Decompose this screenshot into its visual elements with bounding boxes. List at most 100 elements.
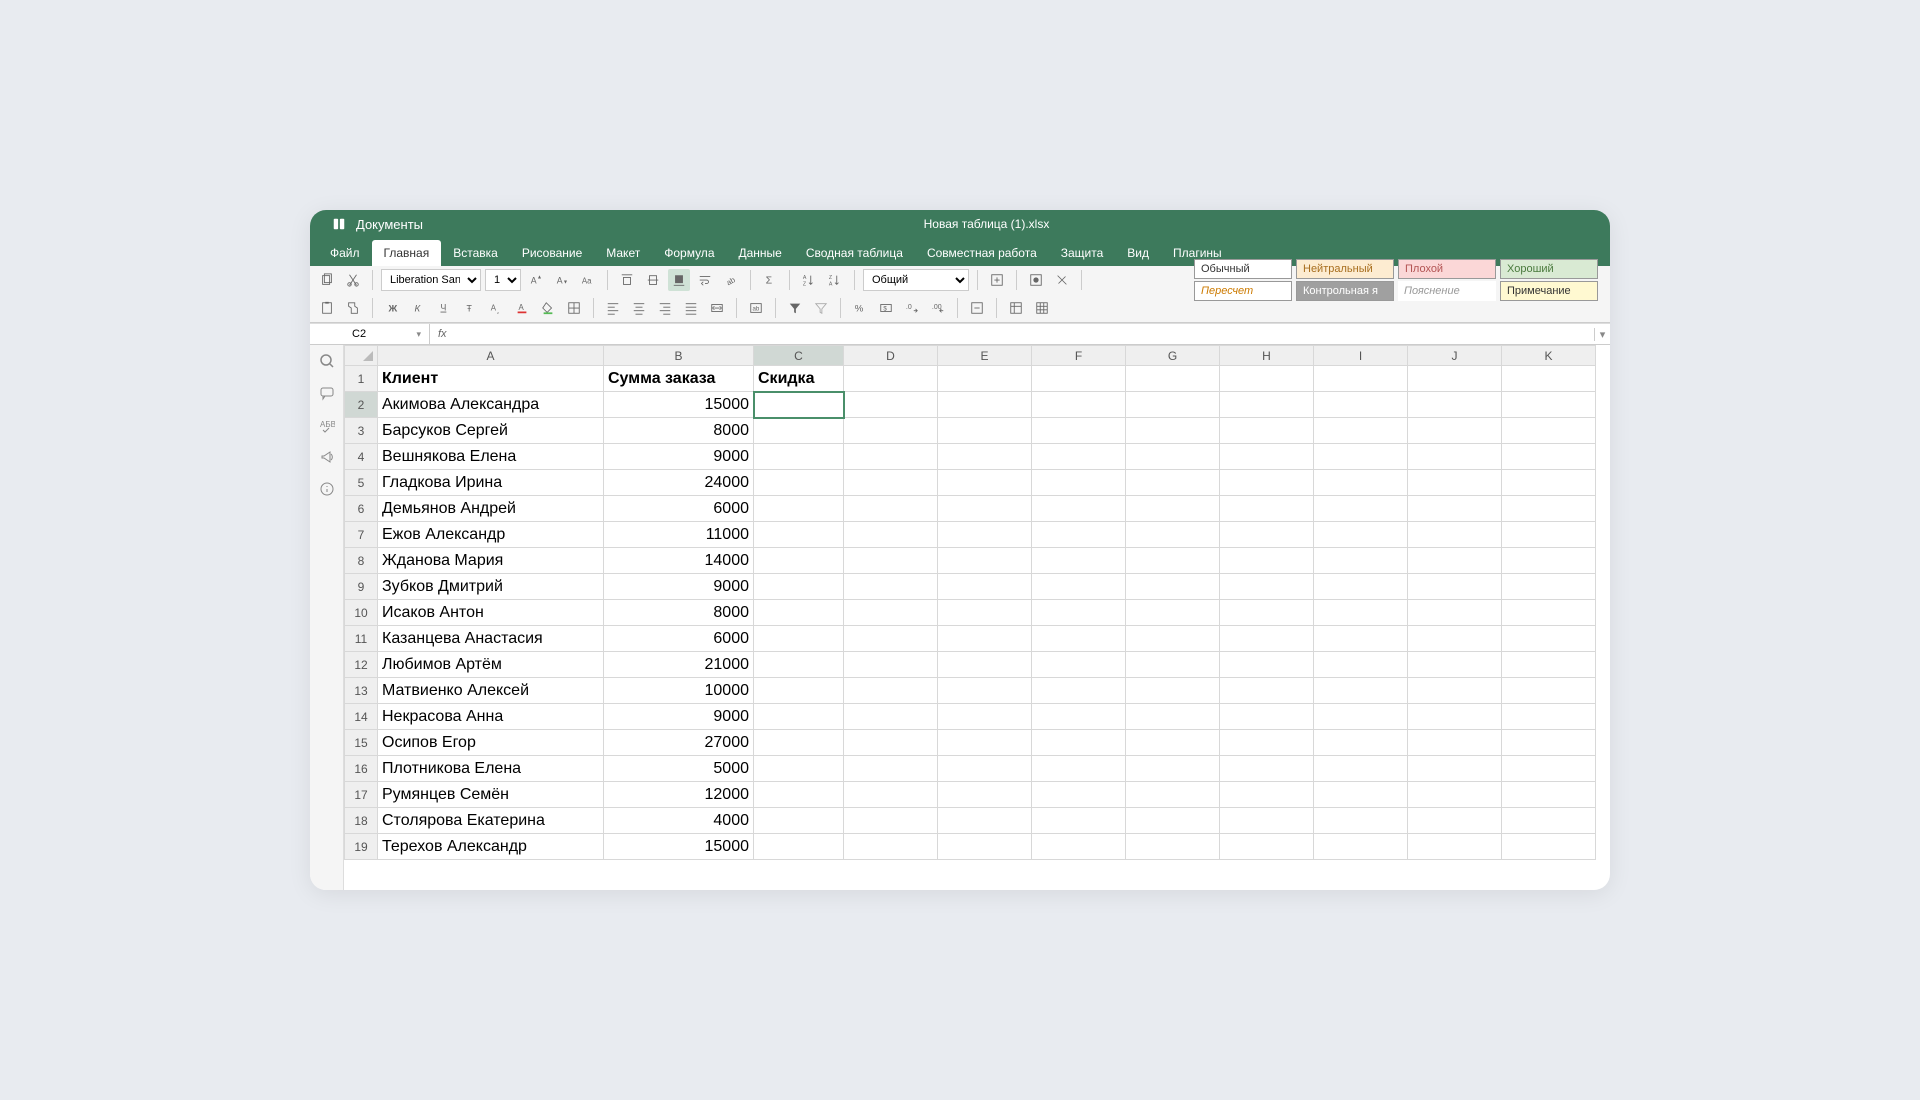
cell[interactable] (938, 366, 1032, 392)
cell[interactable] (1502, 496, 1596, 522)
cell[interactable] (754, 704, 844, 730)
cell[interactable] (1502, 470, 1596, 496)
column-header-G[interactable]: G (1126, 346, 1220, 366)
style-check[interactable]: Контрольная я (1296, 281, 1394, 301)
table-icon[interactable] (1005, 297, 1027, 319)
format-table-icon[interactable] (1031, 297, 1053, 319)
cell[interactable] (754, 392, 844, 418)
cell[interactable] (1408, 652, 1502, 678)
cell[interactable]: 8000 (604, 418, 754, 444)
menu-item-вставка[interactable]: Вставка (441, 240, 510, 266)
cell[interactable] (844, 834, 938, 860)
cell[interactable] (1314, 756, 1408, 782)
cell[interactable] (1126, 704, 1220, 730)
align-middle-icon[interactable] (642, 269, 664, 291)
menu-item-совместная работа[interactable]: Совместная работа (915, 240, 1049, 266)
cell[interactable] (1220, 418, 1314, 444)
row-header[interactable]: 4 (345, 444, 378, 470)
cell[interactable] (1408, 444, 1502, 470)
fx-label[interactable]: fx (430, 328, 455, 340)
cell[interactable] (1220, 704, 1314, 730)
cell[interactable] (1314, 730, 1408, 756)
column-header-D[interactable]: D (844, 346, 938, 366)
search-icon[interactable] (319, 353, 335, 369)
copy-icon[interactable] (316, 269, 338, 291)
cell[interactable] (1408, 626, 1502, 652)
cell[interactable] (1314, 652, 1408, 678)
cell[interactable] (938, 522, 1032, 548)
chevron-down-icon[interactable]: ▾ (416, 329, 421, 340)
cell[interactable] (1126, 392, 1220, 418)
font-size-select[interactable]: 12 (485, 269, 521, 291)
cell[interactable] (1408, 808, 1502, 834)
cell[interactable]: 5000 (604, 756, 754, 782)
cell[interactable]: 9000 (604, 574, 754, 600)
menu-item-главная[interactable]: Главная (372, 240, 442, 266)
cell[interactable]: 8000 (604, 600, 754, 626)
cell[interactable] (1220, 548, 1314, 574)
cell[interactable] (1314, 392, 1408, 418)
cell[interactable] (938, 808, 1032, 834)
expand-formula-icon[interactable]: ▾ (1594, 328, 1610, 341)
cell[interactable] (1502, 522, 1596, 548)
cell[interactable] (754, 834, 844, 860)
cell[interactable] (754, 756, 844, 782)
align-right-icon[interactable] (654, 297, 676, 319)
cell[interactable]: Ежов Александр (378, 522, 604, 548)
column-header-B[interactable]: B (604, 346, 754, 366)
borders-icon[interactable] (563, 297, 585, 319)
cell[interactable] (1220, 392, 1314, 418)
sort-desc-icon[interactable]: ZA (824, 269, 846, 291)
cell[interactable]: Столярова Екатерина (378, 808, 604, 834)
decrease-font-icon[interactable]: A▼ (551, 269, 573, 291)
cell[interactable] (1126, 418, 1220, 444)
cell[interactable] (938, 496, 1032, 522)
cell[interactable]: 15000 (604, 834, 754, 860)
cell[interactable] (938, 600, 1032, 626)
cell[interactable] (938, 574, 1032, 600)
row-header[interactable]: 1 (345, 366, 378, 392)
row-header[interactable]: 6 (345, 496, 378, 522)
column-header-E[interactable]: E (938, 346, 1032, 366)
cell[interactable]: Гладкова Ирина (378, 470, 604, 496)
documents-label[interactable]: Документы (356, 217, 423, 232)
cell[interactable] (1502, 418, 1596, 444)
clear-format-icon[interactable] (1051, 269, 1073, 291)
cell[interactable] (844, 522, 938, 548)
cell[interactable] (754, 782, 844, 808)
cell[interactable] (1220, 834, 1314, 860)
cell[interactable] (1032, 548, 1126, 574)
row-header[interactable]: 15 (345, 730, 378, 756)
cell[interactable] (1032, 730, 1126, 756)
cell[interactable] (1126, 444, 1220, 470)
cell[interactable] (754, 444, 844, 470)
cell[interactable] (1408, 366, 1502, 392)
cell[interactable] (1408, 470, 1502, 496)
cell[interactable]: Любимов Артём (378, 652, 604, 678)
cell[interactable] (938, 704, 1032, 730)
cell[interactable] (1032, 808, 1126, 834)
spreadsheet-grid[interactable]: ABCDEFGHIJK 1КлиентСумма заказаСкидка2Ак… (344, 345, 1596, 860)
cell[interactable] (1314, 444, 1408, 470)
cell[interactable] (844, 678, 938, 704)
row-header[interactable]: 5 (345, 470, 378, 496)
cell[interactable]: Скидка (754, 366, 844, 392)
cell[interactable] (1220, 444, 1314, 470)
select-all-corner[interactable] (345, 346, 378, 366)
cell[interactable] (1220, 782, 1314, 808)
cell[interactable] (1220, 626, 1314, 652)
cell[interactable] (844, 548, 938, 574)
conditional-format-icon[interactable] (1025, 269, 1047, 291)
cell[interactable] (938, 834, 1032, 860)
cell[interactable] (1502, 366, 1596, 392)
cell[interactable] (1408, 548, 1502, 574)
cell[interactable]: Осипов Егор (378, 730, 604, 756)
cell[interactable] (938, 470, 1032, 496)
decrease-decimal-icon[interactable]: .0 (901, 297, 923, 319)
cell[interactable] (1408, 834, 1502, 860)
cell[interactable]: Акимова Александра (378, 392, 604, 418)
cell[interactable] (1032, 678, 1126, 704)
cell[interactable] (754, 626, 844, 652)
wrap-text-icon[interactable] (694, 269, 716, 291)
cell[interactable] (844, 808, 938, 834)
